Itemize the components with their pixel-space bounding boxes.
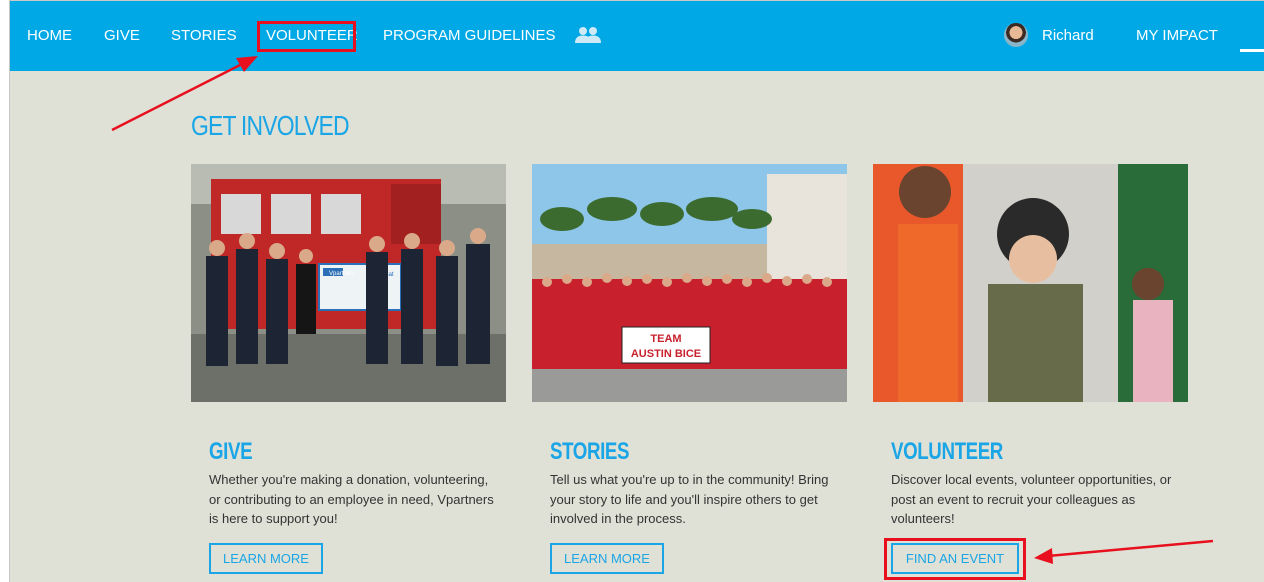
volunteer-card-heading: VOLUNTEER xyxy=(891,438,1003,465)
user-avatar[interactable] xyxy=(1004,23,1028,47)
give-card-heading: GIVE xyxy=(209,438,253,465)
volunteer-highlight-box xyxy=(257,21,356,52)
nav-user-name[interactable]: Richard xyxy=(1042,28,1094,44)
give-learn-more-button[interactable]: LEARN MORE xyxy=(209,543,323,574)
nav-program-guidelines[interactable]: PROGRAM GUIDELINES xyxy=(383,28,556,44)
check-brand-text: Vpartners xyxy=(329,271,355,277)
stories-card-heading: STORIES xyxy=(550,438,630,465)
stories-learn-more-button[interactable]: LEARN MORE xyxy=(550,543,664,574)
nav-active-underline xyxy=(1240,49,1264,52)
section-title: GET INVOLVED xyxy=(191,110,350,141)
nav-stories[interactable]: STORIES xyxy=(171,28,237,44)
nav-home[interactable]: HOME xyxy=(27,28,72,44)
banner-line-1: TEAM xyxy=(650,333,681,345)
give-card-image: Vpartners ViaSat xyxy=(191,164,506,402)
nav-my-impact[interactable]: MY IMPACT xyxy=(1136,28,1218,44)
volunteer-card-image xyxy=(873,164,1188,402)
people-icon[interactable] xyxy=(575,26,601,44)
volunteer-card-text: Discover local events, volunteer opportu… xyxy=(891,472,1172,526)
find-event-highlight-box xyxy=(884,538,1026,580)
nav-give[interactable]: GIVE xyxy=(104,28,140,44)
stories-card-image: TEAM AUSTIN BICE xyxy=(532,164,847,402)
stories-card-text: Tell us what you're up to in the communi… xyxy=(550,472,829,526)
give-card-text: Whether you're making a donation, volunt… xyxy=(209,472,494,526)
banner-line-2: AUSTIN BICE xyxy=(631,348,701,360)
